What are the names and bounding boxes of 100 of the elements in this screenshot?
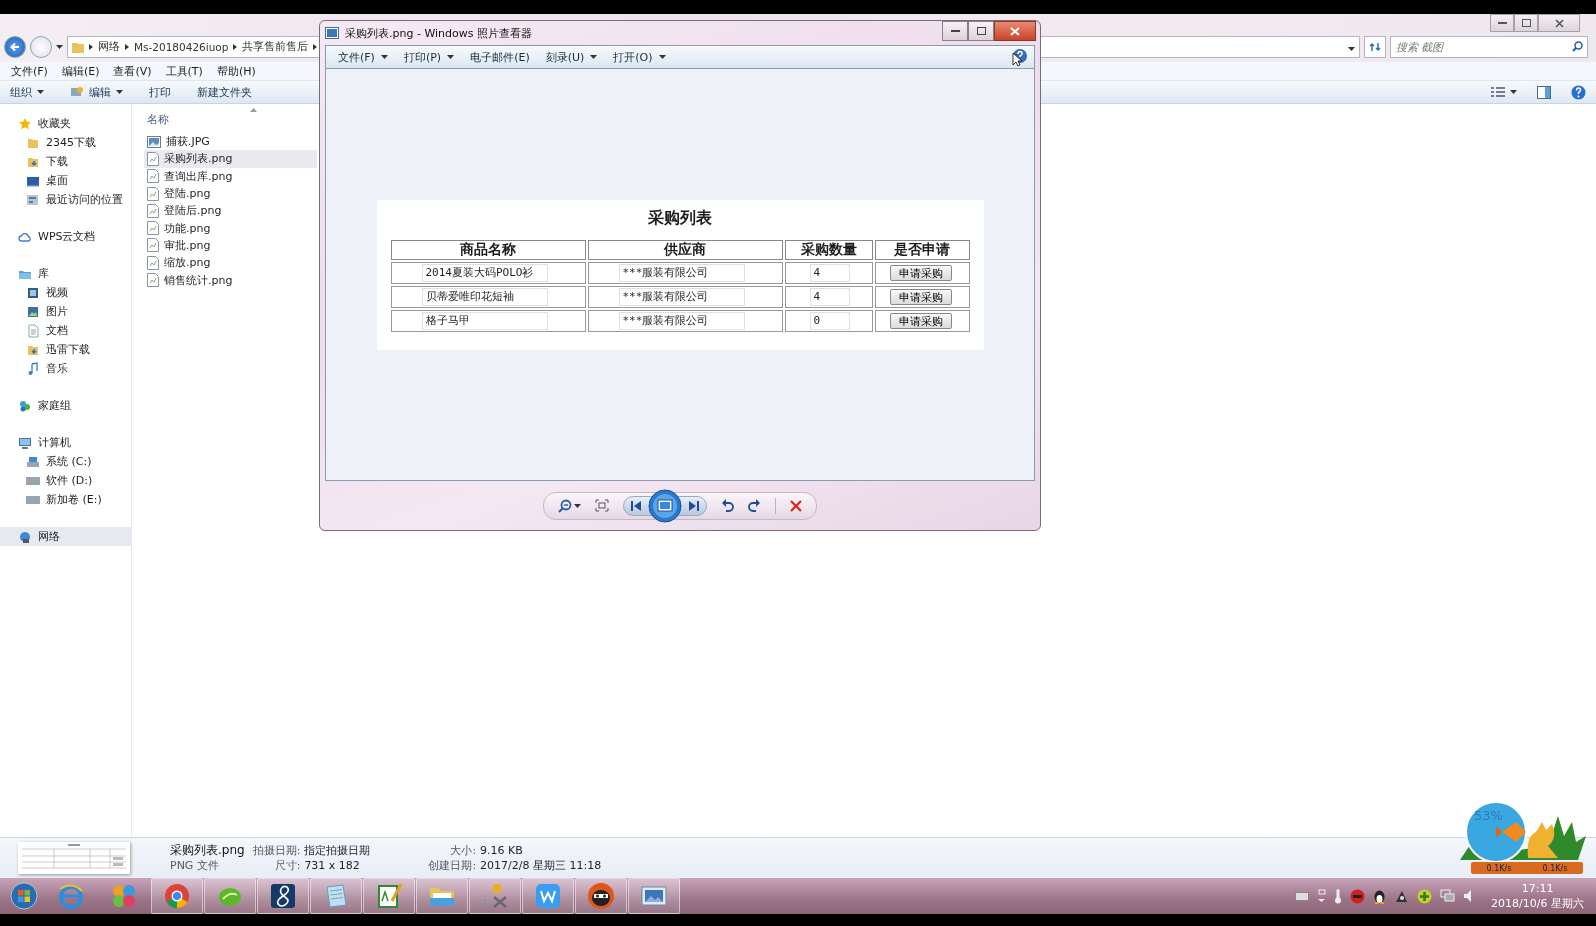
toolbar-button[interactable]: 打印: [149, 84, 171, 100]
wps-icon: [533, 881, 563, 911]
file-item[interactable]: 捕获.JPG: [144, 133, 317, 151]
penguin-icon[interactable]: [1373, 888, 1387, 904]
nav-item[interactable]: 计算机: [0, 433, 131, 452]
maximize-button[interactable]: [968, 21, 994, 41]
taskbar-button[interactable]: [575, 878, 627, 914]
rotate-right-icon[interactable]: [748, 498, 761, 513]
chevron-icon[interactable]: [125, 44, 129, 50]
show-hidden-icons-icon[interactable]: [1317, 889, 1327, 903]
menu-item[interactable]: 帮助(H): [209, 63, 263, 79]
recent-icon: [26, 192, 40, 207]
fit-to-window-icon[interactable]: [595, 499, 609, 512]
file-item[interactable]: 登陆后.png: [144, 202, 317, 220]
toolbar-button[interactable]: 新建文件夹: [197, 84, 252, 100]
nav-item[interactable]: 软件 (D:): [0, 471, 131, 490]
help-icon[interactable]: [1012, 48, 1028, 66]
menu-button[interactable]: 打印(P): [397, 49, 461, 65]
input-field: 贝蒂爱唯印花短袖: [421, 287, 548, 306]
minimize-button[interactable]: [942, 21, 968, 41]
network-icon[interactable]: [1440, 889, 1456, 903]
maximize-icon: [976, 27, 986, 35]
next-icon[interactable]: [688, 500, 700, 511]
rotate-left-icon[interactable]: [721, 498, 734, 513]
refresh-button[interactable]: [1364, 36, 1386, 58]
browser-icon: [56, 881, 86, 911]
menu-button[interactable]: 刻录(U): [539, 49, 604, 65]
input-field: ***服装有限公司: [618, 311, 745, 330]
column-header[interactable]: 名称: [144, 108, 317, 130]
chevron-icon[interactable]: [313, 44, 318, 50]
toolbar-button[interactable]: 编辑: [70, 84, 123, 100]
nav-item[interactable]: 迅雷下载: [0, 340, 131, 359]
close-button[interactable]: [1538, 14, 1580, 32]
file-item[interactable]: 销售统计.png: [144, 271, 317, 289]
menu-button[interactable]: 打开(O): [607, 49, 672, 65]
preview-pane-icon[interactable]: [1537, 85, 1551, 99]
nav-item[interactable]: 文档: [0, 321, 131, 340]
address-dropdown-icon: [1348, 46, 1355, 51]
documents-icon: [26, 323, 40, 338]
taskbar-button[interactable]: [257, 878, 309, 914]
delete-icon[interactable]: [790, 499, 802, 512]
file-item[interactable]: 缩放.png: [144, 254, 317, 272]
maximize-button[interactable]: [1514, 14, 1538, 32]
caret-icon: [658, 55, 666, 59]
nav-item[interactable]: 2345下载: [0, 133, 131, 152]
nav-item[interactable]: 桌面: [0, 171, 131, 190]
close-button[interactable]: [994, 21, 1036, 41]
search-icon: [1572, 41, 1583, 52]
menu-item[interactable]: 编辑(E): [54, 63, 107, 79]
nav-item[interactable]: 收藏夹: [0, 114, 131, 133]
minimize-button[interactable]: [1490, 14, 1514, 32]
previous-icon[interactable]: [630, 500, 642, 511]
chevron-icon[interactable]: [89, 44, 93, 50]
network-icon: [18, 529, 32, 544]
nav-item[interactable]: 库: [0, 264, 131, 283]
file-item[interactable]: 查询出库.png: [144, 167, 317, 185]
download-speed: 0.1K/s: [1542, 863, 1568, 873]
breadcrumb[interactable]: 共享售前售后: [242, 40, 309, 54]
search-field[interactable]: 搜索 截图: [1390, 36, 1588, 58]
file-item[interactable]: 采购列表.png: [144, 150, 317, 168]
menu-button[interactable]: 文件(F): [332, 49, 394, 65]
property-value: 731 x 182: [304, 859, 361, 872]
nav-item[interactable]: WPS云文档: [0, 227, 131, 246]
nav-item[interactable]: 系统 (C:): [0, 452, 131, 471]
toolbar-button[interactable]: 组织: [10, 84, 44, 100]
nav-item[interactable]: 最近访问的位置: [0, 190, 131, 209]
nav-item[interactable]: 家庭组: [0, 396, 131, 415]
menu-button[interactable]: 电子邮件(E): [464, 49, 536, 65]
nav-item[interactable]: 音乐: [0, 359, 131, 378]
apply-button[interactable]: 申请采购: [889, 312, 952, 329]
clock[interactable]: 17:11 2018/10/6 星期六: [1491, 881, 1584, 911]
nav-item[interactable]: 视频: [0, 283, 131, 302]
minimize-icon: [950, 30, 960, 32]
apply-button[interactable]: 申请采购: [889, 264, 952, 281]
chevron-icon[interactable]: [233, 44, 238, 50]
sort-icon: [250, 108, 257, 112]
apply-button[interactable]: 申请采购: [889, 288, 952, 305]
thermometer-icon[interactable]: [1334, 888, 1343, 904]
volume-icon[interactable]: [1463, 889, 1474, 903]
keyboard-icon[interactable]: [1295, 891, 1310, 901]
property-value: 9.16 KB: [480, 844, 524, 857]
file-item[interactable]: 登陆.png: [144, 184, 317, 203]
nav-item[interactable]: 下载: [0, 152, 131, 171]
file-item[interactable]: 审批.png: [144, 236, 317, 255]
plus-icon[interactable]: [1417, 888, 1433, 904]
menu-item[interactable]: 查看(V): [106, 63, 159, 79]
nav-item[interactable]: 图片: [0, 302, 131, 321]
menu-item[interactable]: 文件(F): [4, 63, 55, 79]
slideshow-button[interactable]: [648, 488, 682, 523]
breadcrumb[interactable]: 网络: [98, 40, 120, 54]
caret-icon: [590, 55, 598, 59]
menu-item[interactable]: 工具(T): [158, 63, 210, 79]
nav-item[interactable]: 新加卷 (E:): [0, 490, 131, 509]
property-label: 创建日期:: [428, 858, 477, 873]
back-button[interactable]: [4, 36, 26, 58]
breadcrumb[interactable]: Ms-20180426iuop: [134, 41, 229, 53]
file-item[interactable]: 功能.png: [144, 219, 317, 237]
zoom-button[interactable]: [558, 498, 581, 513]
view-options-button[interactable]: [1491, 86, 1517, 98]
nav-item[interactable]: 网络: [0, 527, 131, 546]
